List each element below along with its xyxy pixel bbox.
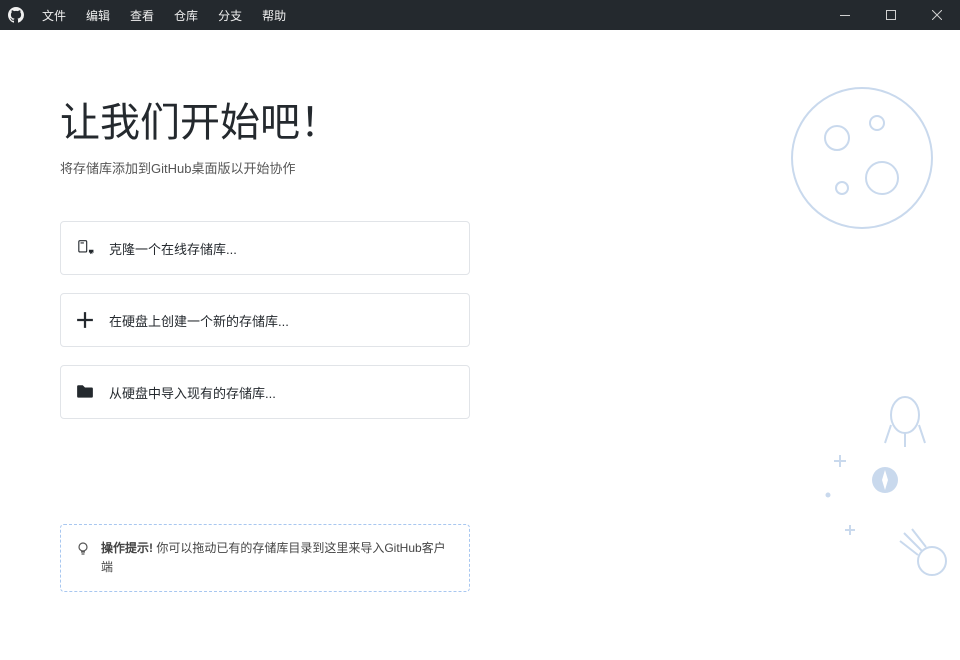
repo-clone-icon xyxy=(75,238,95,258)
compass-decoration xyxy=(870,465,900,500)
option-label: 克隆一个在线存储库... xyxy=(109,239,237,258)
folder-icon xyxy=(75,382,95,402)
menu-bar: 文件 编辑 查看 仓库 分支 帮助 xyxy=(32,1,296,30)
close-button[interactable] xyxy=(914,0,960,30)
option-label: 从硬盘中导入现有的存储库... xyxy=(109,383,276,402)
github-icon xyxy=(8,7,24,23)
lightbulb-icon xyxy=(75,541,91,557)
minimize-button[interactable] xyxy=(822,0,868,30)
sparkles-decoration xyxy=(820,455,860,560)
clone-repo-option[interactable]: 克隆一个在线存储库... xyxy=(60,221,470,275)
create-repo-option[interactable]: 在硬盘上创建一个新的存储库... xyxy=(60,293,470,347)
menu-repository[interactable]: 仓库 xyxy=(164,1,208,30)
protip-text: 操作提示! 你可以拖动已有的存储库目录到这里来导入GitHub客户端 xyxy=(101,539,455,577)
plus-icon xyxy=(75,310,95,330)
protip-box: 操作提示! 你可以拖动已有的存储库目录到这里来导入GitHub客户端 xyxy=(60,524,470,592)
menu-view[interactable]: 查看 xyxy=(120,1,164,30)
welcome-content: 让我们开始吧！ 将存储库添加到GitHub桌面版以开始协作 克隆一个在线存储库.… xyxy=(0,30,960,660)
window-controls xyxy=(822,0,960,30)
menu-help[interactable]: 帮助 xyxy=(252,1,296,30)
titlebar: 文件 编辑 查看 仓库 分支 帮助 xyxy=(0,0,960,30)
add-repo-option[interactable]: 从硬盘中导入现有的存储库... xyxy=(60,365,470,419)
comet-decoration xyxy=(894,523,954,588)
protip-body: 你可以拖动已有的存储库目录到这里来导入GitHub客户端 xyxy=(101,541,446,574)
protip-label: 操作提示! xyxy=(101,541,153,555)
menu-edit[interactable]: 编辑 xyxy=(76,1,120,30)
option-label: 在硬盘上创建一个新的存储库... xyxy=(109,311,289,330)
rocket-decoration xyxy=(880,395,930,460)
maximize-button[interactable] xyxy=(868,0,914,30)
menu-file[interactable]: 文件 xyxy=(32,1,76,30)
menu-branch[interactable]: 分支 xyxy=(208,1,252,30)
page-subtitle: 将存储库添加到GitHub桌面版以开始协作 xyxy=(60,158,960,177)
page-title: 让我们开始吧！ xyxy=(60,90,960,148)
